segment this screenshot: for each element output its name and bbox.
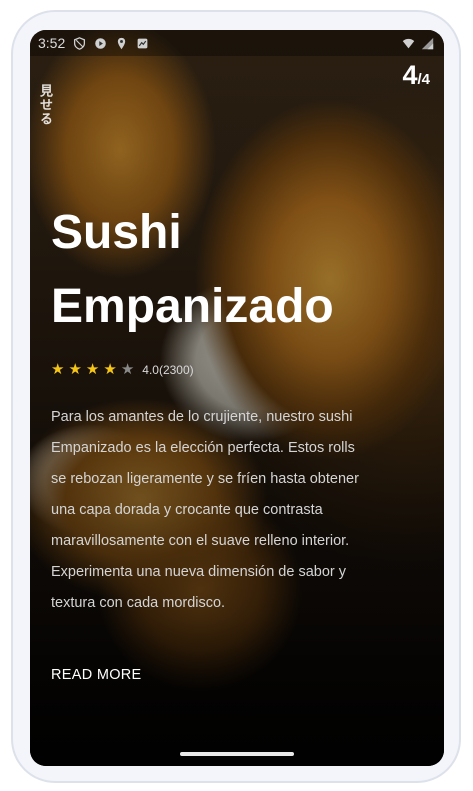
gradient-overlay <box>30 30 444 766</box>
rating-stars: ★ ★ ★ ★ ★ <box>51 362 134 377</box>
wifi-icon <box>402 38 415 48</box>
play-icon <box>95 37 107 49</box>
location-icon <box>118 37 126 49</box>
star-filled-icon: ★ <box>51 361 65 378</box>
rating-text: 4.0(2300) <box>142 362 194 377</box>
item-title: Sushi Empanizado <box>51 206 334 333</box>
star-empty-icon: ★ <box>120 361 135 378</box>
status-icons-left <box>73 36 149 50</box>
read-more-button[interactable]: READ MORE <box>51 667 142 683</box>
star-filled-icon: ★ <box>68 361 82 378</box>
shield-icon <box>74 36 86 50</box>
signal-icon <box>421 37 434 49</box>
item-description: Para los amantes de lo crujiente, nuestr… <box>51 409 359 611</box>
page-total: 4 <box>421 71 430 88</box>
rating-row: ★ ★ ★ ★ ★ 4.0(2300) <box>51 362 194 377</box>
status-time: 3:52 <box>38 35 66 51</box>
app-screen: 3:52 4 / 4 見せる Sushi Empanizado ★ ★ ★ ★ ★ 4.… <box>30 30 444 766</box>
page-current: 4 <box>402 60 418 90</box>
side-vertical-label: 見せる <box>38 84 53 126</box>
status-icons-right <box>402 37 434 50</box>
star-filled-icon: ★ <box>103 361 117 378</box>
notification-icon <box>137 38 148 48</box>
star-filled-icon: ★ <box>85 361 100 378</box>
home-indicator[interactable] <box>180 752 294 756</box>
page-indicator: 4 / 4 <box>402 60 430 91</box>
status-bar: 3:52 <box>30 30 444 56</box>
